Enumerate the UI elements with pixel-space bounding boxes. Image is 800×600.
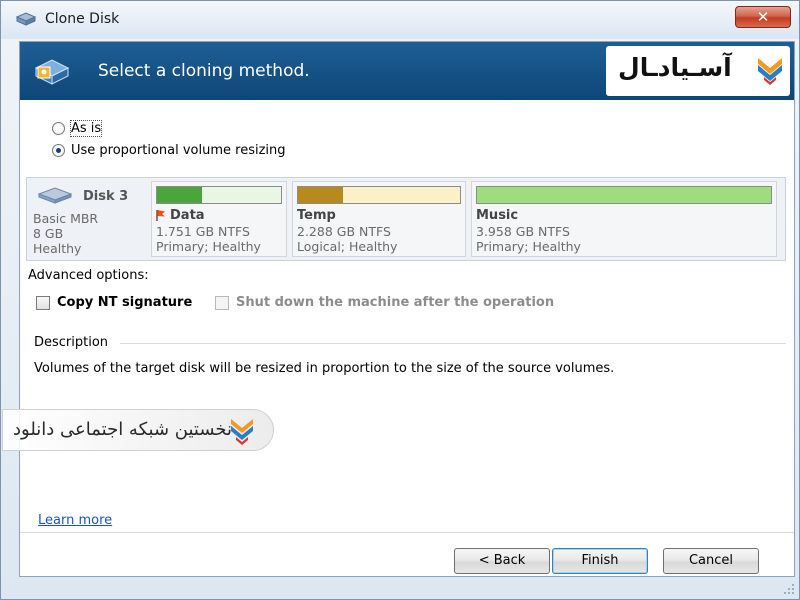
disk-status: Healthy [33,241,82,256]
page-title: Select a cloning method. [98,61,310,81]
close-button[interactable]: ✕ [735,6,791,28]
cancel-button[interactable]: Cancel [663,548,759,574]
disk-info[interactable]: Disk 3 Basic MBR 8 GB Healthy [31,182,149,256]
brand-chevron-icon [758,58,782,85]
wizard-header: Select a cloning method. آسـيادـال [20,42,794,100]
close-icon: ✕ [756,8,770,26]
option-as-is[interactable]: As is [52,120,103,137]
wizard-panel: Select a cloning method. آسـيادـال As is… [2,41,795,577]
copy-nt-signature-option[interactable]: Copy NT signature [36,295,192,310]
window-title: Clone Disk [45,11,120,27]
footer-divider [20,532,794,533]
as-is-radio[interactable] [52,122,65,135]
shutdown-label[interactable]: Shut down the machine after the operatio… [236,295,554,310]
volume-size: 1.751 GB NTFS [156,224,250,239]
finish-button[interactable]: Finish [552,548,648,574]
disk-type: Basic MBR [33,211,99,226]
system-flag-icon [156,210,165,221]
description-text: Volumes of the target disk will be resiz… [34,361,615,376]
volume-usage-bar [297,186,461,204]
advanced-options-label: Advanced options: [28,268,149,283]
shutdown-option[interactable]: Shut down the machine after the operatio… [215,295,554,310]
resize-grip-icon[interactable] [783,583,795,595]
disk-size: 8 GB [33,226,64,241]
volume-temp[interactable]: Temp 2.288 GB NTFS Logical; Healthy [292,181,466,257]
disk-name: Disk 3 [83,189,129,204]
volume-name: Data [170,208,205,223]
volume-usage-bar [476,186,772,204]
volume-usage-fill [298,187,344,203]
disk-icon [37,187,73,204]
brand-logo: آسـيادـال [606,46,790,96]
brand-text: آسـيادـال [618,53,732,82]
volume-data[interactable]: Data 1.751 GB NTFS Primary; Healthy [151,181,287,257]
proportional-radio[interactable] [52,144,65,157]
volume-size: 2.288 GB NTFS [297,224,391,239]
copy-nt-signature-label[interactable]: Copy NT signature [57,295,192,310]
volume-size: 3.958 GB NTFS [476,224,570,239]
volume-music[interactable]: Music 3.958 GB NTFS Primary; Healthy [471,181,777,257]
volume-status: Logical; Healthy [297,239,398,254]
title-bar[interactable]: Clone Disk ✕ [1,1,799,39]
back-button[interactable]: < Back [454,548,550,574]
proportional-label[interactable]: Use proportional volume resizing [71,143,286,158]
volume-status: Primary; Healthy [156,239,261,254]
learn-more-link[interactable]: Learn more [38,513,112,528]
copy-nt-signature-checkbox[interactable] [36,295,50,310]
description-divider [120,343,786,344]
volume-name: Music [476,208,519,223]
volume-status: Primary; Healthy [476,239,581,254]
disk-map: Disk 3 Basic MBR 8 GB Healthy Data 1.751… [26,177,786,261]
clone-disk-window: Clone Disk ✕ Select a cloning method. آس… [0,0,800,600]
disk-clone-icon [15,12,37,26]
watermark-text: نخستین شبکه اجتماعی دانلود [13,419,233,440]
watermark-banner: نخستین شبکه اجتماعی دانلود [2,409,274,451]
description-heading: Description [34,335,109,350]
shutdown-checkbox[interactable] [215,295,229,310]
volume-usage-fill [157,187,202,203]
as-is-label[interactable]: As is [69,120,103,137]
option-proportional[interactable]: Use proportional volume resizing [52,143,286,158]
volume-usage-bar [156,186,282,204]
watermark-chevron-icon [231,419,253,445]
clone-disk-header-icon [34,59,70,85]
volume-name: Temp [297,208,336,223]
